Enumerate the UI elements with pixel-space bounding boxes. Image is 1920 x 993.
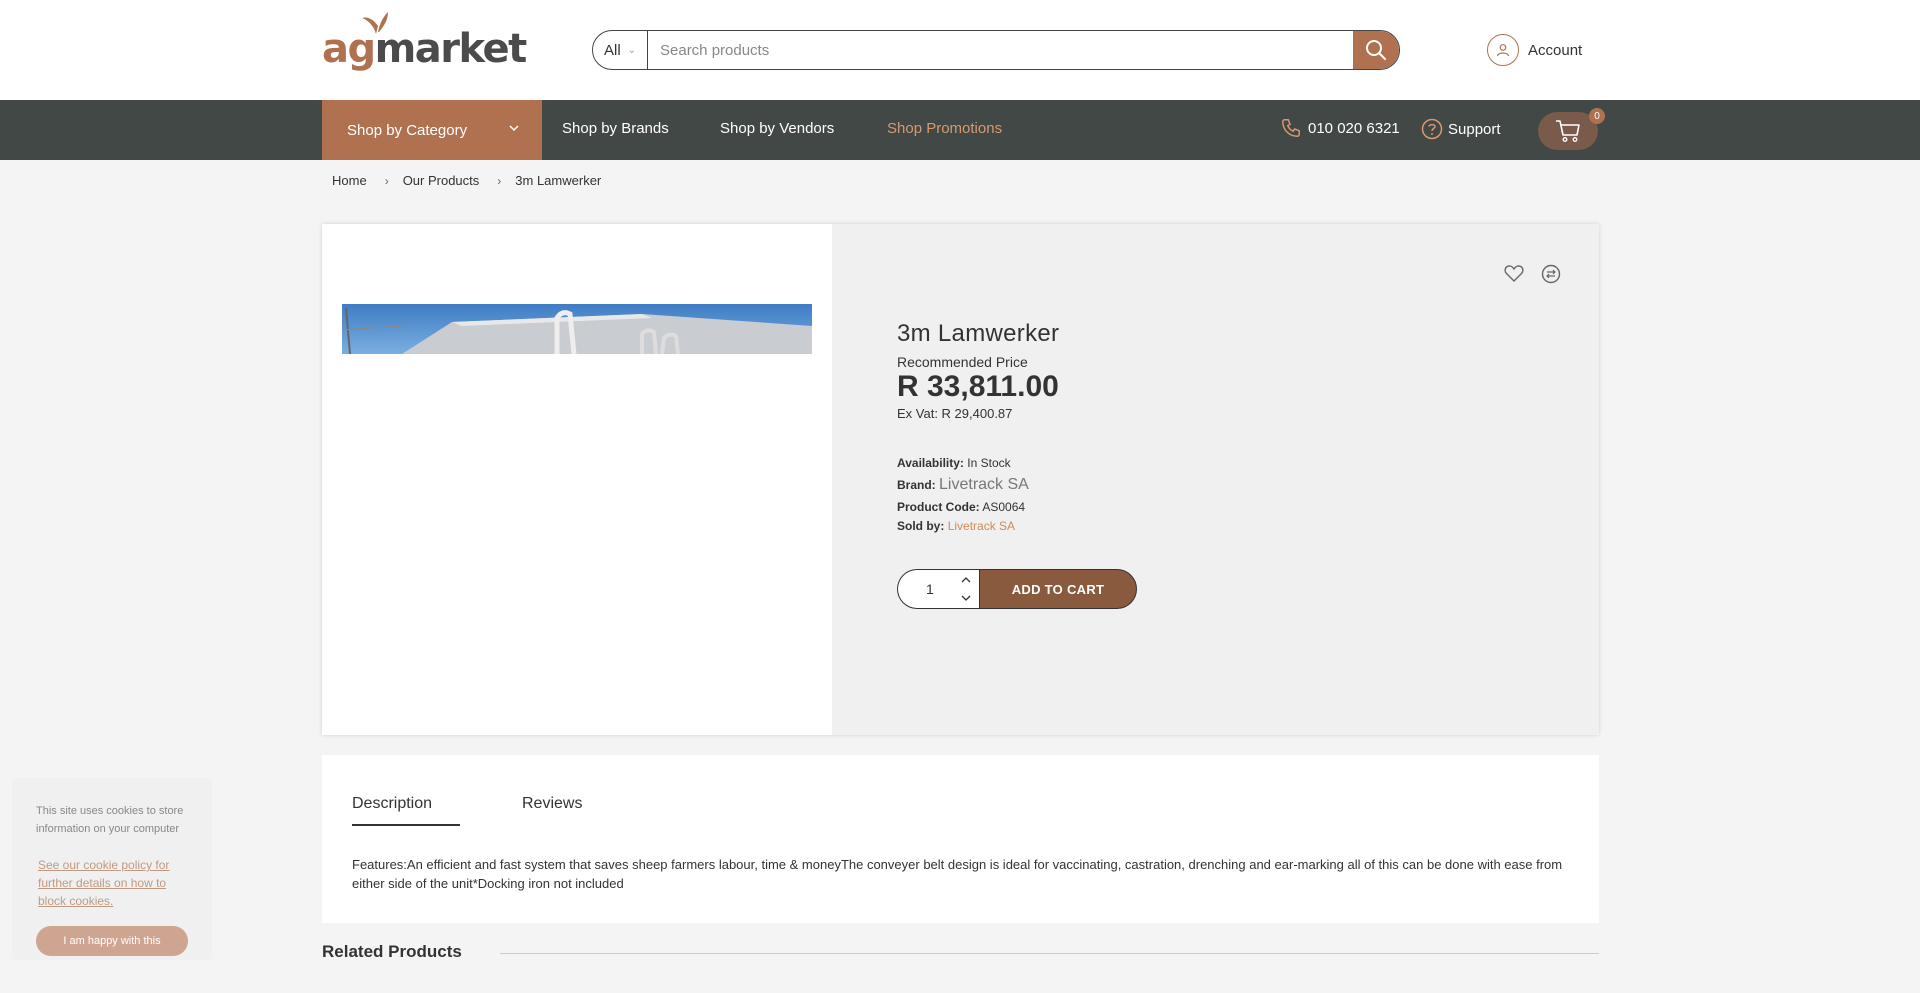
active-tab-indicator xyxy=(352,824,460,826)
cart-icon xyxy=(1556,120,1580,143)
chevron-down-icon: ⌄ xyxy=(627,44,637,56)
wishlist-button[interactable] xyxy=(1504,264,1524,287)
cookie-banner: This site uses cookies to store informat… xyxy=(12,778,212,960)
quantity-value[interactable]: 1 xyxy=(926,581,934,597)
product-card: 3m Lamwerker Recommended Price R 33,811.… xyxy=(322,224,1599,735)
nav-shop-by-brands[interactable]: Shop by Brands xyxy=(562,120,669,137)
related-products-heading: Related Products xyxy=(322,942,462,961)
site-header: agmarket All ⌄ Account xyxy=(0,0,1920,100)
breadcrumb-current: 3m Lamwerker xyxy=(515,173,602,188)
phone-link[interactable]: 010 020 6321 xyxy=(1280,117,1400,139)
availability-label: Availability: xyxy=(897,456,964,470)
logo-text: agmarket xyxy=(322,26,527,72)
product-code-label: Product Code: xyxy=(897,500,980,514)
chevron-up-icon[interactable] xyxy=(956,572,976,588)
user-icon xyxy=(1487,34,1519,66)
cookie-accept-button[interactable]: I am happy with this xyxy=(36,926,188,956)
phone-number: 010 020 6321 xyxy=(1308,119,1400,137)
account-label: Account xyxy=(1528,41,1583,59)
availability-row: Availability: In Stock xyxy=(897,456,1011,470)
shop-by-category-label: Shop by Category xyxy=(347,121,468,139)
account-link[interactable]: Account xyxy=(1487,34,1582,66)
availability-value: In Stock xyxy=(967,456,1011,470)
divider xyxy=(500,953,1599,954)
compare-icon xyxy=(1541,264,1561,284)
ex-vat-price: Ex Vat: R 29,400.87 xyxy=(897,406,1013,421)
quantity-stepper: 1 xyxy=(897,569,979,609)
search-input[interactable] xyxy=(648,31,1353,69)
sold-by-label: Sold by: xyxy=(897,519,945,533)
brand-row: Brand: Livetrack SA xyxy=(897,476,1029,494)
agmarket-logo[interactable]: agmarket xyxy=(322,12,527,78)
sold-by-link[interactable]: Livetrack SA xyxy=(948,519,1015,533)
add-to-cart-button[interactable]: ADD TO CART xyxy=(979,569,1137,609)
product-price: R 33,811.00 xyxy=(897,370,1059,403)
cart-count-badge: 0 xyxy=(1589,108,1605,124)
search-icon xyxy=(1366,40,1386,60)
search-button[interactable] xyxy=(1353,31,1399,69)
product-code-row: Product Code: AS0064 xyxy=(897,500,1025,514)
tab-reviews[interactable]: Reviews xyxy=(522,795,582,813)
product-title: 3m Lamwerker xyxy=(897,320,1060,347)
nav-shop-promotions[interactable]: Shop Promotions xyxy=(887,120,1002,137)
phone-icon xyxy=(1282,119,1300,137)
chevron-right-icon: › xyxy=(497,173,502,188)
brand-label: Brand: xyxy=(897,478,936,492)
brand-value[interactable]: Livetrack SA xyxy=(939,476,1029,493)
breadcrumb-home[interactable]: Home xyxy=(332,173,367,188)
main-nav: Shop by Category Shop by Brands Shop by … xyxy=(0,100,1920,160)
breadcrumb: Home › Our Products › 3m Lamwerker xyxy=(332,173,601,188)
cookie-text: This site uses cookies to store informat… xyxy=(36,805,184,835)
description-text: Features:An efficient and fast system th… xyxy=(352,857,1563,891)
search-bar: All ⌄ xyxy=(592,30,1400,70)
heart-icon xyxy=(1504,265,1524,282)
shop-by-category-button[interactable]: Shop by Category xyxy=(322,100,542,160)
product-code-value: AS0064 xyxy=(982,500,1026,514)
search-category-label: All xyxy=(604,41,621,59)
nav-shop-by-vendors[interactable]: Shop by Vendors xyxy=(720,120,834,137)
chevron-right-icon: › xyxy=(384,173,389,188)
chevron-down-icon[interactable] xyxy=(956,590,976,606)
search-category-select[interactable]: All ⌄ xyxy=(593,31,648,69)
support-label: Support xyxy=(1448,120,1501,138)
breadcrumb-our-products[interactable]: Our Products xyxy=(403,173,480,188)
recommended-price-label: Recommended Price xyxy=(897,354,1028,370)
tab-description[interactable]: Description xyxy=(352,795,432,813)
sold-by-row: Sold by: Livetrack SA xyxy=(897,519,1015,533)
cookie-policy-link[interactable]: See our cookie policy for further detail… xyxy=(38,856,178,910)
product-image[interactable] xyxy=(342,304,812,354)
help-icon xyxy=(1421,118,1443,140)
chevron-down-icon xyxy=(509,125,519,132)
description-panel: Description Reviews Features:An efficien… xyxy=(322,755,1599,923)
support-link[interactable]: Support xyxy=(1421,118,1501,140)
compare-button[interactable] xyxy=(1541,264,1561,289)
